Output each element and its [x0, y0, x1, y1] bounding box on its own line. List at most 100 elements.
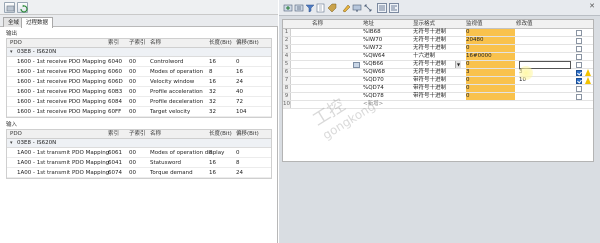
modify-value-cell[interactable] [519, 45, 565, 52]
modify-value-cell[interactable] [519, 29, 565, 36]
monitor-value-cell: 0 [466, 61, 515, 68]
output-label: 输出 [6, 31, 18, 37]
name-cell[interactable] [312, 101, 357, 108]
name-cell[interactable] [312, 77, 357, 84]
collapse-icon[interactable]: ▾ [10, 50, 13, 55]
watch-row[interactable]: 5 %QB66 无符号十进制 0 ▼ [283, 61, 593, 69]
cell-len: 32 [209, 99, 216, 105]
modify-value-cell[interactable] [519, 93, 565, 100]
format-cell[interactable]: 十六进制 [413, 53, 463, 60]
table-row[interactable]: 1600 - 1st receive PDO Mapping 60FF 00 Targ… [7, 107, 271, 117]
table-row[interactable]: 1A00 - 1st transmit PDO Mapping 6041 00 Sta… [7, 158, 271, 168]
cell-len: 16 [209, 170, 216, 176]
row-number: 1 [283, 29, 291, 36]
name-cell[interactable] [312, 85, 357, 92]
cell-off: 16 [236, 69, 243, 75]
input-group-row[interactable]: ▾ 03E8 - IS620N [7, 139, 271, 148]
table-row[interactable]: 1600 - 1st receive PDO Mapping 60B3 00 Prof… [7, 87, 271, 97]
format-cell[interactable]: 无符号十进制 [413, 69, 463, 76]
modify-checkbox[interactable] [576, 70, 582, 76]
watch-row[interactable]: 9 %QD78 带符号十进制 0 [283, 93, 593, 101]
format-cell[interactable] [413, 101, 463, 108]
name-cell[interactable] [312, 93, 357, 100]
modify-checkbox[interactable] [576, 86, 582, 92]
modify-value-cell[interactable] [519, 53, 565, 60]
edit-button[interactable] [316, 3, 326, 13]
format-cell[interactable]: 带符号十进制 [413, 85, 463, 92]
tab-process-data[interactable]: 过程数据 [21, 17, 54, 28]
format-cell[interactable]: 无符号十进制 [413, 45, 463, 52]
edit-icon [316, 3, 325, 13]
address-cell[interactable]: %IW70 [363, 37, 409, 44]
hex-icon [379, 5, 385, 11]
name-cell[interactable] [312, 45, 357, 52]
output-group-row[interactable]: ▾ 03E8 - IS620N [7, 48, 271, 57]
format-cell[interactable]: 无符号十进制 [413, 29, 463, 36]
close-icon[interactable]: ✕ [589, 2, 595, 11]
format-dropdown-icon[interactable]: ▼ [455, 61, 461, 68]
address-cell[interactable]: %QD74 [363, 85, 409, 92]
tag-button[interactable] [327, 3, 337, 13]
decimal-button[interactable] [389, 3, 399, 13]
address-picker-icon[interactable] [353, 62, 360, 68]
address-cell[interactable]: %QW68 [363, 69, 409, 76]
hex-button[interactable] [377, 3, 387, 13]
monitor-button[interactable] [352, 3, 362, 13]
insert-button[interactable] [294, 3, 304, 13]
cell-sub: 00 [129, 89, 136, 95]
watch-row[interactable]: 7 %QD70 带符号十进制 0 10 [283, 77, 593, 85]
table-row[interactable]: 1600 - 1st receive PDO Mapping 6040 00 Cont… [7, 57, 271, 67]
modify-checkbox[interactable] [576, 78, 582, 84]
watch-row[interactable]: 1 %IB68 无符号十进制 0 [283, 29, 593, 37]
modify-checkbox[interactable] [576, 30, 582, 36]
collapse-icon[interactable]: ▾ [10, 141, 13, 146]
pin-icon [6, 5, 15, 12]
address-cell[interactable]: %IB68 [363, 29, 409, 36]
name-cell[interactable] [312, 69, 357, 76]
pin-button[interactable] [4, 2, 15, 13]
modify-checkbox[interactable] [576, 62, 582, 68]
watch-row[interactable]: 10 <新增> [283, 101, 593, 109]
output-group-name: 03E8 - IS620N [17, 49, 57, 55]
modify-checkbox[interactable] [576, 46, 582, 52]
modify-checkbox[interactable] [576, 94, 582, 100]
format-cell[interactable]: 无符号十进制 [413, 37, 463, 44]
format-cell[interactable]: 带符号十进制 [413, 77, 463, 84]
format-cell[interactable]: 带符号十进制 [413, 93, 463, 100]
modify-button[interactable] [341, 3, 351, 13]
table-row[interactable]: 1A00 - 1st transmit PDO Mapping 6074 00 Tor… [7, 168, 271, 178]
name-cell[interactable] [312, 29, 357, 36]
row-number: 2 [283, 37, 291, 44]
name-cell[interactable] [312, 53, 357, 60]
watch-row[interactable]: 2 %IW70 无符号十进制 20480 [283, 37, 593, 45]
cell-pdo: 1A00 - 1st transmit PDO Mapping [17, 150, 110, 156]
modify-value-cell[interactable] [519, 101, 565, 108]
filter-button[interactable] [305, 3, 315, 13]
table-row[interactable]: 1A00 - 1st transmit PDO Mapping 6061 00 Mod… [7, 148, 271, 158]
table-row[interactable]: 1600 - 1st receive PDO Mapping 6060 00 Mode… [7, 67, 271, 77]
add-button[interactable] [283, 3, 293, 13]
refresh-icon [20, 4, 28, 13]
watch-row[interactable]: 4 %QW64 十六进制 16#0000 [283, 53, 593, 61]
address-cell[interactable]: %QD78 [363, 93, 409, 100]
address-cell[interactable]: %QD70 [363, 77, 409, 84]
table-row[interactable]: 1600 - 1st receive PDO Mapping 6084 00 Prof… [7, 97, 271, 107]
address-cell[interactable]: %QB66 [363, 61, 409, 68]
expand-button[interactable] [363, 3, 373, 13]
refresh-button[interactable] [17, 2, 28, 13]
modify-value-cell[interactable] [519, 37, 565, 44]
watch-row[interactable]: 8 %QD74 带符号十进制 0 [283, 85, 593, 93]
watch-row[interactable]: 3 %IW72 无符号十进制 0 [283, 45, 593, 53]
modify-value-cell[interactable] [519, 85, 565, 92]
name-cell[interactable] [312, 61, 357, 68]
name-cell[interactable] [312, 37, 357, 44]
modify-checkbox[interactable] [576, 38, 582, 44]
table-row[interactable]: 1600 - 1st receive PDO Mapping 606D 00 Velo… [7, 77, 271, 87]
address-cell[interactable]: %QW64 [363, 53, 409, 60]
address-cell[interactable]: %IW72 [363, 45, 409, 52]
mouse-cursor-highlight [519, 66, 533, 80]
address-cell[interactable]: <新增> [363, 101, 409, 108]
modify-checkbox[interactable] [576, 54, 582, 60]
cell-len: 8 [209, 150, 213, 156]
watch-row[interactable]: 6%QW68无符号十进制33 [283, 69, 593, 77]
